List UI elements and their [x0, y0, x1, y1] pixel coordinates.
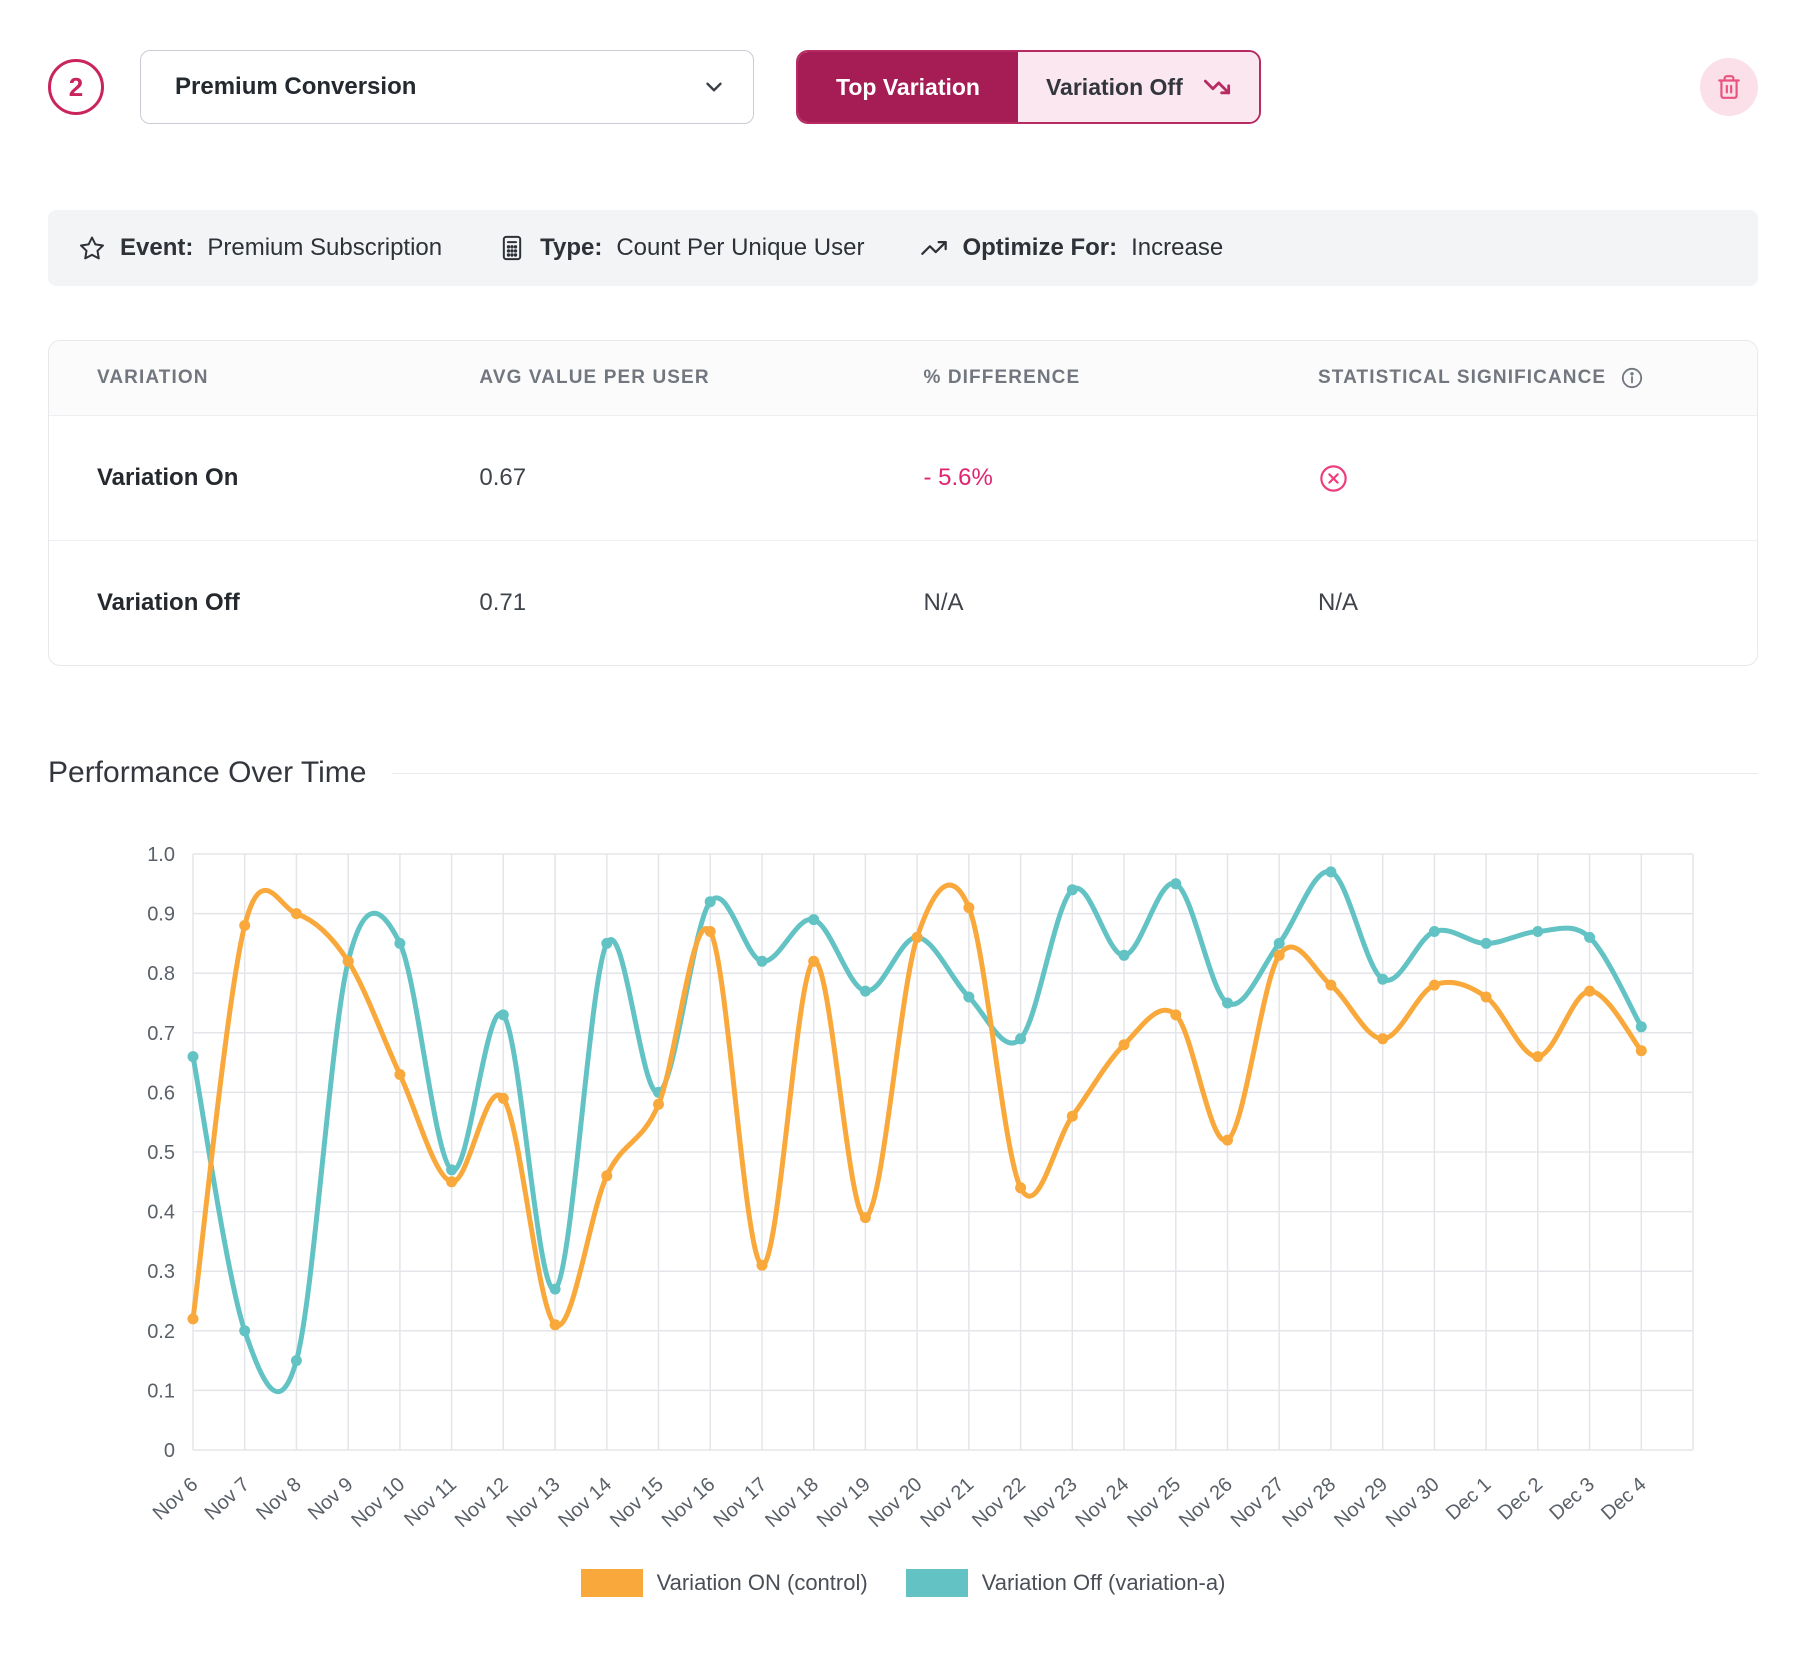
svg-text:0.6: 0.6: [147, 1082, 175, 1104]
svg-text:Nov 24: Nov 24: [1072, 1473, 1134, 1532]
not-significant-icon: [1318, 463, 1757, 494]
col-header-significance: STATISTICAL SIGNIFICANCE: [1318, 367, 1606, 389]
svg-text:0.1: 0.1: [147, 1380, 175, 1402]
svg-text:Dec 3: Dec 3: [1545, 1473, 1599, 1524]
svg-text:0: 0: [164, 1440, 175, 1462]
summary-type: Type: Count Per Unique User: [498, 234, 864, 262]
delete-metric-button[interactable]: [1700, 58, 1758, 116]
metric-summary-bar: Event: Premium Subscription Type: Count …: [48, 210, 1758, 286]
significance-value: N/A: [1318, 589, 1757, 617]
col-header-variation: VARIATION: [49, 367, 479, 389]
svg-text:0.8: 0.8: [147, 963, 175, 985]
chart-section-title: Performance Over Time: [48, 756, 366, 790]
top-variation-segment[interactable]: Top Variation: [798, 52, 1018, 122]
optimize-label: Optimize For:: [962, 234, 1117, 262]
difference-value: N/A: [923, 589, 1318, 617]
svg-text:Nov 10: Nov 10: [347, 1473, 409, 1532]
svg-text:0.3: 0.3: [147, 1261, 175, 1283]
svg-text:Nov 13: Nov 13: [503, 1473, 565, 1532]
svg-text:0.9: 0.9: [147, 904, 175, 926]
metric-index-badge: 2: [48, 59, 104, 115]
svg-text:Nov 26: Nov 26: [1175, 1473, 1237, 1532]
performance-chart-container: 00.10.20.30.40.50.60.70.80.91.0Nov 6Nov …: [48, 842, 1758, 1597]
legend-swatch-variation-off: [906, 1569, 968, 1597]
top-variation-label: Top Variation: [836, 74, 980, 101]
legend-item-variation-on[interactable]: Variation ON (control): [581, 1569, 868, 1597]
svg-text:0.7: 0.7: [147, 1023, 175, 1045]
metric-index-number: 2: [69, 72, 83, 103]
svg-text:Dec 1: Dec 1: [1442, 1473, 1496, 1524]
svg-text:Nov 17: Nov 17: [710, 1473, 772, 1532]
svg-text:Dec 2: Dec 2: [1494, 1473, 1548, 1524]
event-value: Premium Subscription: [207, 234, 442, 262]
svg-text:Nov 14: Nov 14: [554, 1473, 616, 1532]
optimize-value: Increase: [1131, 234, 1223, 262]
summary-optimize: Optimize For: Increase: [920, 234, 1223, 262]
variation-toggle: Top Variation Variation Off: [796, 50, 1261, 124]
trending-up-icon: [920, 234, 948, 262]
svg-text:Dec 4: Dec 4: [1597, 1473, 1651, 1524]
legend-item-variation-off[interactable]: Variation Off (variation-a): [906, 1569, 1226, 1597]
variation-name: Variation Off: [49, 589, 479, 617]
svg-text:Nov 30: Nov 30: [1382, 1473, 1444, 1532]
selected-variation-label: Variation Off: [1046, 74, 1183, 101]
selected-variation-segment[interactable]: Variation Off: [1018, 52, 1259, 122]
type-value: Count Per Unique User: [616, 234, 864, 262]
trash-icon: [1716, 74, 1742, 100]
chart-legend: Variation ON (control) Variation Off (va…: [48, 1569, 1758, 1597]
svg-text:Nov 29: Nov 29: [1330, 1473, 1392, 1532]
variation-results-table: VARIATION AVG VALUE PER USER % DIFFERENC…: [48, 340, 1758, 666]
event-label: Event:: [120, 234, 193, 262]
difference-value: - 5.6%: [923, 464, 1318, 492]
avg-value: 0.67: [479, 464, 923, 492]
calculator-icon: [498, 234, 526, 262]
star-icon: [78, 234, 106, 262]
avg-value: 0.71: [479, 589, 923, 617]
legend-swatch-variation-on: [581, 1569, 643, 1597]
svg-text:Nov 25: Nov 25: [1123, 1473, 1185, 1532]
svg-text:Nov 7: Nov 7: [200, 1473, 254, 1524]
section-divider: [392, 773, 1758, 774]
svg-text:Nov 16: Nov 16: [658, 1473, 720, 1532]
metric-select-value: Premium Conversion: [175, 73, 416, 101]
metric-select-dropdown[interactable]: Premium Conversion: [140, 50, 754, 124]
svg-text:1.0: 1.0: [147, 844, 175, 866]
chevron-down-icon: [701, 74, 727, 100]
summary-event: Event: Premium Subscription: [78, 234, 442, 262]
svg-text:Nov 22: Nov 22: [968, 1473, 1030, 1532]
variation-name: Variation On: [49, 464, 479, 492]
table-row: Variation On 0.67 - 5.6%: [49, 416, 1757, 540]
performance-line-chart: 00.10.20.30.40.50.60.70.80.91.0Nov 6Nov …: [48, 842, 1758, 1562]
svg-text:0.2: 0.2: [147, 1321, 175, 1343]
metric-panel: 2 Premium Conversion Top Variation Varia…: [0, 0, 1806, 1633]
col-header-difference: % DIFFERENCE: [923, 367, 1318, 389]
svg-text:Nov 19: Nov 19: [813, 1473, 875, 1532]
svg-text:0.4: 0.4: [147, 1202, 175, 1224]
svg-text:Nov 12: Nov 12: [451, 1473, 513, 1532]
legend-label-variation-on: Variation ON (control): [657, 1570, 868, 1596]
svg-text:0.5: 0.5: [147, 1142, 175, 1164]
svg-text:Nov 8: Nov 8: [252, 1473, 306, 1524]
info-icon[interactable]: [1620, 366, 1644, 390]
svg-text:Nov 27: Nov 27: [1227, 1473, 1289, 1532]
metric-header-row: 2 Premium Conversion Top Variation Varia…: [48, 50, 1758, 124]
col-header-avg-value: AVG VALUE PER USER: [479, 367, 923, 389]
trending-down-icon: [1203, 73, 1231, 101]
legend-label-variation-off: Variation Off (variation-a): [982, 1570, 1226, 1596]
svg-text:Nov 23: Nov 23: [1020, 1473, 1082, 1532]
svg-text:Nov 28: Nov 28: [1278, 1473, 1340, 1532]
svg-text:Nov 21: Nov 21: [916, 1473, 978, 1532]
svg-text:Nov 11: Nov 11: [400, 1473, 461, 1531]
chart-section-header: Performance Over Time: [48, 756, 1758, 790]
svg-text:Nov 6: Nov 6: [149, 1473, 203, 1524]
svg-text:Nov 20: Nov 20: [865, 1473, 927, 1532]
table-header-row: VARIATION AVG VALUE PER USER % DIFFERENC…: [49, 341, 1757, 416]
table-row: Variation Off 0.71 N/A N/A: [49, 540, 1757, 665]
svg-text:Nov 15: Nov 15: [606, 1473, 668, 1532]
type-label: Type:: [540, 234, 602, 262]
svg-text:Nov 18: Nov 18: [761, 1473, 823, 1532]
